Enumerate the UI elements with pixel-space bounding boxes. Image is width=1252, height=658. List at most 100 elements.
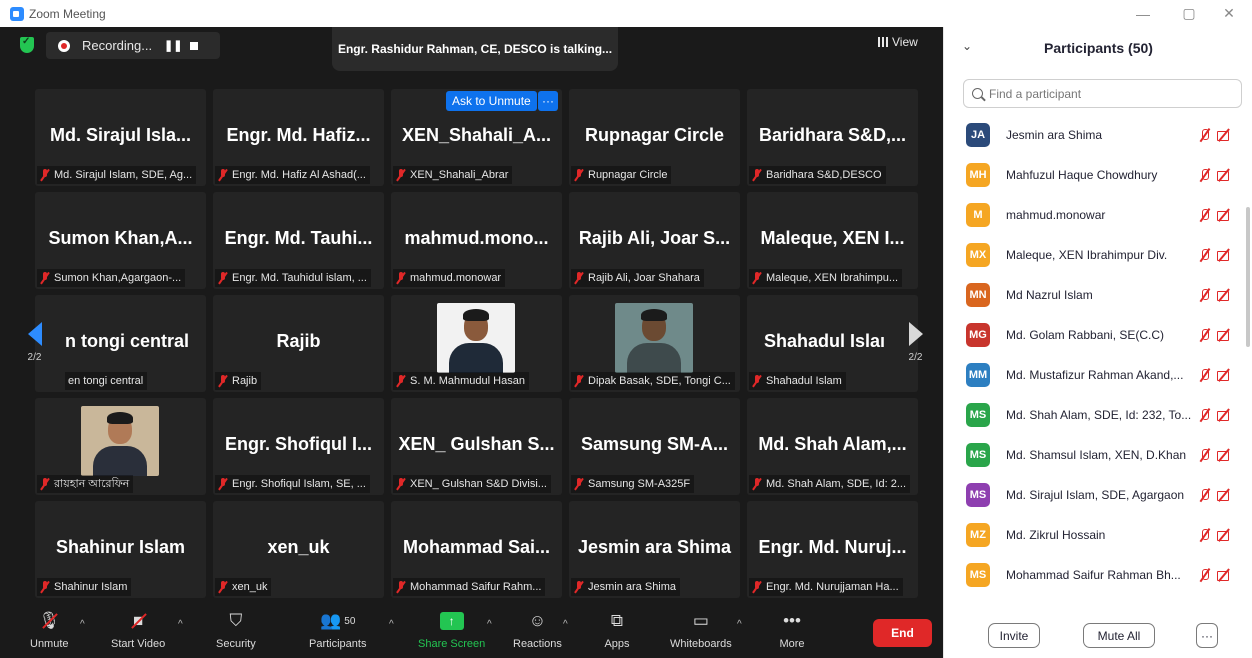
mic-muted-icon: [218, 169, 228, 181]
video-off-icon: [1216, 248, 1232, 262]
video-tile[interactable]: Engr. Md. Hafiz... Engr. Md. Hafiz Al As…: [213, 89, 384, 186]
view-button[interactable]: View: [878, 35, 918, 49]
video-tile[interactable]: Rupnagar Circle Rupnagar Circle: [569, 89, 740, 186]
avatar: MZ: [966, 523, 990, 547]
participant-row[interactable]: MG Md. Golam Rabbani, SE(C.C): [944, 315, 1244, 355]
end-meeting-button[interactable]: End: [873, 619, 932, 647]
participant-name: Md. Shah Alam, SDE, Id: 232, To...: [1006, 408, 1192, 422]
mute-all-button[interactable]: Mute All: [1083, 623, 1155, 648]
close-icon[interactable]: ✕: [1206, 0, 1252, 27]
participants-panel-title: Participants (50): [1044, 40, 1153, 56]
video-tile[interactable]: Rajib Rajib: [213, 295, 384, 392]
next-page-button[interactable]: 2/2: [899, 297, 932, 387]
video-tile[interactable]: mahmud.mono... mahmud.monowar: [391, 192, 562, 289]
stop-recording-button[interactable]: [190, 41, 198, 50]
video-tile[interactable]: Shahinur Islam Shahinur Islam: [35, 501, 206, 598]
participant-list-scrollbar[interactable]: [1246, 207, 1250, 347]
video-tile[interactable]: Engr. Md. Tauhi... Engr. Md. Tauhidul is…: [213, 192, 384, 289]
video-tile[interactable]: xen_uk xen_uk: [213, 501, 384, 598]
video-off-icon: [1216, 128, 1232, 142]
tile-label-text: en tongi central: [68, 375, 144, 387]
participants-button[interactable]: 👥 50 Participants: [309, 609, 366, 657]
tile-label-text: Maleque, XEN Ibrahimpu...: [766, 272, 899, 284]
video-off-icon: ■: [125, 609, 151, 633]
share-screen-button[interactable]: ↑ Share Screen: [418, 609, 485, 657]
audio-options-caret-icon[interactable]: ^: [80, 619, 85, 630]
tile-display-name: Shahadul Islaı: [764, 331, 886, 351]
pause-recording-button[interactable]: ❚❚: [164, 39, 184, 52]
microphone-muted-icon: 🎙: [36, 609, 62, 633]
participant-row[interactable]: MH Mahfuzul Haque Chowdhury: [944, 155, 1244, 195]
tile-name-label: Rajib: [215, 372, 262, 390]
recording-indicator: Recording... ❚❚: [46, 32, 220, 59]
video-tile[interactable]: Shahadul Islaı Shahadul Islam: [747, 295, 918, 392]
tile-display-name: Maleque, XEN I...: [760, 228, 905, 248]
participant-row[interactable]: MS Mohammad Saifur Rahman Bh...: [944, 555, 1244, 595]
tile-name-label: Dipak Basak, SDE, Tongi C...: [571, 372, 735, 390]
tile-label-text: Rajib Ali, Joar Shahara: [588, 272, 700, 284]
whiteboards-caret-icon[interactable]: ^: [737, 619, 742, 630]
participant-search-input[interactable]: [989, 86, 1229, 101]
video-tile[interactable]: S. M. Mahmudul Hasan: [391, 295, 562, 392]
avatar: M: [966, 203, 990, 227]
video-tile[interactable]: Jesmin ara Shima Jesmin ara Shima: [569, 501, 740, 598]
video-tile[interactable]: n tongi central en tongi central: [35, 295, 206, 392]
minimize-icon[interactable]: —: [1120, 0, 1166, 27]
participant-row[interactable]: MS Md. Shah Alam, SDE, Id: 232, To...: [944, 395, 1244, 435]
whiteboards-label: Whiteboards: [670, 638, 732, 650]
video-options-caret-icon[interactable]: ^: [178, 619, 183, 630]
avatar: MS: [966, 403, 990, 427]
mic-muted-icon: [1198, 168, 1210, 182]
video-off-icon: [1216, 288, 1232, 302]
video-tile[interactable]: XEN_ Gulshan S... XEN_ Gulshan S&D Divis…: [391, 398, 562, 495]
video-tile[interactable]: Dipak Basak, SDE, Tongi C...: [569, 295, 740, 392]
participant-row[interactable]: MM Md. Mustafizur Rahman Akand,...: [944, 355, 1244, 395]
video-off-icon: [1216, 368, 1232, 382]
tile-label-text: S. M. Mahmudul Hasan: [410, 375, 525, 387]
video-tile[interactable]: Sumon Khan,A... Sumon Khan,Agargaon-...: [35, 192, 206, 289]
participants-caret-icon[interactable]: ^: [389, 619, 394, 630]
ask-to-unmute-button[interactable]: Ask to Unmute: [446, 91, 537, 111]
mic-muted-icon: [1198, 528, 1210, 542]
video-tile[interactable]: Md. Shah Alam,... Md. Shah Alam, SDE, Id…: [747, 398, 918, 495]
mic-muted-icon: [1198, 288, 1210, 302]
participant-row[interactable]: M mahmud.monowar: [944, 195, 1244, 235]
tile-name-label: xen_uk: [215, 578, 272, 596]
start-video-button[interactable]: ■ Start Video: [111, 609, 165, 657]
participant-row[interactable]: MX Maleque, XEN Ibrahimpur Div.: [944, 235, 1244, 275]
whiteboards-button[interactable]: ▭ Whiteboards: [670, 609, 732, 657]
participant-row[interactable]: JA Jesmin ara Shima: [944, 115, 1244, 155]
video-tile[interactable]: Samsung SM-A... Samsung SM-A325F: [569, 398, 740, 495]
tile-more-options-button[interactable]: ···: [538, 91, 558, 111]
share-options-caret-icon[interactable]: ^: [487, 619, 492, 630]
participant-search[interactable]: [963, 79, 1242, 108]
participant-status: [1198, 368, 1232, 382]
unmute-button[interactable]: 🎙 Unmute: [30, 609, 69, 657]
apps-button[interactable]: ⧉ Apps: [604, 609, 630, 657]
video-tile[interactable]: Baridhara S&D,... Baridhara S&D,DESCO: [747, 89, 918, 186]
participant-row[interactable]: MN Md Nazrul Islam: [944, 275, 1244, 315]
encryption-shield-icon[interactable]: [20, 36, 34, 53]
invite-button[interactable]: Invite: [988, 623, 1040, 648]
mic-muted-icon: [574, 169, 584, 181]
reactions-button[interactable]: ☺ Reactions: [513, 609, 562, 657]
tile-name-label: XEN_ Gulshan S&D Divisi...: [393, 475, 551, 493]
mic-muted-icon: [218, 478, 228, 490]
video-tile[interactable]: Mohammad Sai... Mohammad Saifur Rahm...: [391, 501, 562, 598]
more-button[interactable]: ••• More: [779, 609, 805, 657]
video-tile[interactable]: Engr. Shofiqul I... Engr. Shofiqul Islam…: [213, 398, 384, 495]
panel-more-button[interactable]: ···: [1196, 623, 1218, 648]
video-tile[interactable]: Rajib Ali, Joar S... Rajib Ali, Joar Sha…: [569, 192, 740, 289]
previous-page-button[interactable]: 2/2: [18, 297, 51, 387]
reactions-caret-icon[interactable]: ^: [563, 619, 568, 630]
more-dots-icon: •••: [783, 611, 801, 630]
video-tile[interactable]: Md. Sirajul Isla... Md. Sirajul Islam, S…: [35, 89, 206, 186]
tile-display-name: Engr. Md. Tauhi...: [224, 228, 373, 248]
video-tile[interactable]: Maleque, XEN I... Maleque, XEN Ibrahimpu…: [747, 192, 918, 289]
participant-row[interactable]: MS Md. Shamsul Islam, XEN, D.Khan: [944, 435, 1244, 475]
participant-row[interactable]: MZ Md. Zikrul Hossain: [944, 515, 1244, 555]
video-tile[interactable]: Engr. Md. Nuruj... Engr. Md. Nurujjaman …: [747, 501, 918, 598]
security-button[interactable]: ⛉ Security: [216, 609, 256, 657]
video-tile[interactable]: রায়হান আরেফিন: [35, 398, 206, 495]
participant-row[interactable]: MS Md. Sirajul Islam, SDE, Agargaon: [944, 475, 1244, 515]
